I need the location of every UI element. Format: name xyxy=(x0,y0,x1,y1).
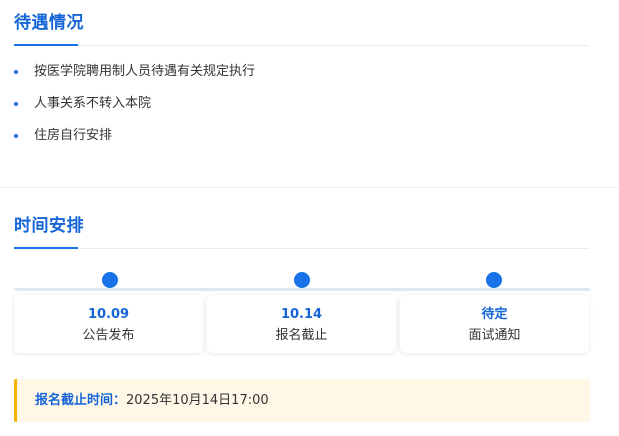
timeline-card-deadline: 10.14 报名截止 xyxy=(207,295,396,353)
benefit-item: 按医学院聘用制人员待遇有关规定执行 xyxy=(14,62,574,94)
section-divider xyxy=(0,187,619,188)
timeline-card-label: 面试通知 xyxy=(468,328,521,343)
timeline-dot xyxy=(294,272,310,288)
timeline-card-date: 待定 xyxy=(481,307,508,322)
benefits-title-underline xyxy=(14,44,78,46)
timeline-card-interview: 待定 面试通知 xyxy=(400,295,589,353)
timeline-card-label: 公告发布 xyxy=(82,328,135,343)
schedule-title-rule xyxy=(14,248,589,249)
deadline-notice-label: 报名截止时间： xyxy=(35,393,127,408)
timeline-track xyxy=(14,288,590,291)
benefits-title: 待遇情况 xyxy=(14,13,84,33)
benefits-list: 按医学院聘用制人员待遇有关规定执行 人事关系不转入本院 住房自行安排 xyxy=(14,62,574,158)
benefit-item: 人事关系不转入本院 xyxy=(14,94,574,126)
timeline-card-label: 报名截止 xyxy=(275,328,328,343)
timeline-card-announcement: 10.09 公告发布 xyxy=(14,295,203,353)
schedule-title: 时间安排 xyxy=(14,216,84,236)
timeline-dot xyxy=(486,272,502,288)
timeline-card-date: 10.14 xyxy=(280,307,323,322)
benefits-header: 待遇情况 xyxy=(14,12,589,46)
timeline-dot xyxy=(102,272,118,288)
deadline-notice: 报名截止时间：2025年10月14日17:00 xyxy=(14,379,590,422)
benefit-item: 住房自行安排 xyxy=(14,126,574,158)
timeline-card-date: 10.09 xyxy=(87,307,130,322)
benefits-title-rule xyxy=(14,45,589,46)
schedule-title-underline xyxy=(14,247,78,249)
schedule-header: 时间安排 xyxy=(14,215,589,249)
deadline-notice-value: 2025年10月14日17:00 xyxy=(126,393,269,408)
